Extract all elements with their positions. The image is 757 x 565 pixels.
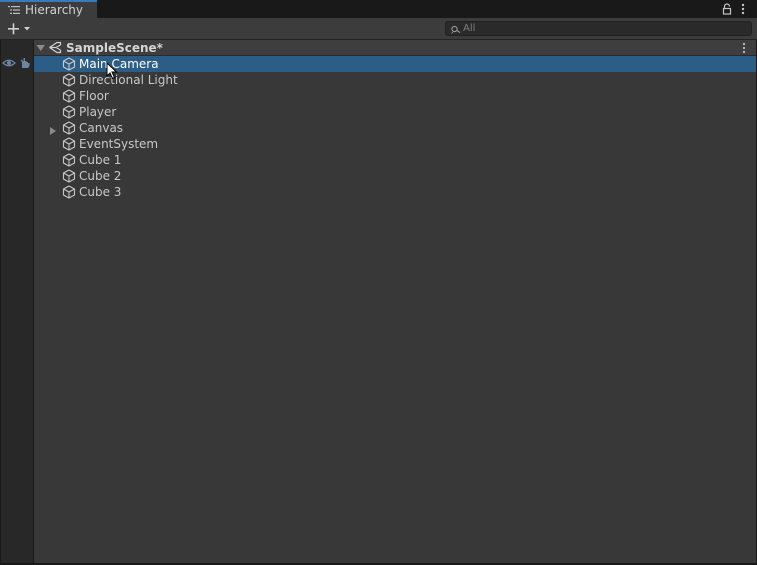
hierarchy-item-label: Cube 2 (79, 169, 122, 183)
gameobject-cube-icon (62, 89, 76, 103)
window-menu-icon[interactable] (739, 3, 747, 15)
hierarchy-item-label: Floor (79, 89, 109, 103)
hierarchy-item[interactable] (34, 88, 756, 104)
gameobject-cube-icon (62, 185, 76, 199)
visibility-gutter (1, 40, 33, 563)
visibility-eye-icon[interactable] (2, 57, 16, 69)
tab-title: Hierarchy (25, 3, 84, 17)
hierarchy-item[interactable] (34, 120, 756, 136)
gameobject-cube-icon (62, 73, 76, 87)
search-icon (451, 25, 461, 34)
gameobject-cube-icon (62, 153, 76, 167)
gameobject-cube-icon (62, 137, 76, 151)
expand-arrow-icon[interactable] (49, 124, 57, 135)
mouse-cursor-icon (106, 62, 118, 80)
hierarchy-item-label: Canvas (79, 121, 124, 135)
hierarchy-item-label: Cube 3 (79, 185, 122, 199)
hierarchy-item[interactable] (34, 104, 756, 120)
scene-menu-icon[interactable] (741, 42, 747, 54)
gameobject-cube-icon (62, 57, 76, 71)
expand-arrow-icon[interactable] (36, 43, 46, 53)
tab-hierarchy[interactable]: Hierarchy (0, 0, 97, 18)
hierarchy-list-icon (8, 6, 20, 14)
unity-scene-icon (49, 41, 62, 54)
hierarchy-item-label: Main Camera (79, 57, 159, 71)
tab-bar (0, 0, 757, 18)
gameobject-cube-icon (62, 105, 76, 119)
search-input[interactable] (463, 22, 743, 35)
create-dropdown-button[interactable] (6, 20, 34, 38)
hierarchy-item[interactable] (34, 152, 756, 168)
hierarchy-item-label: Player (79, 105, 117, 119)
gameobject-cube-icon (62, 121, 76, 135)
gameobject-cube-icon (62, 169, 76, 183)
hierarchy-item-label: Cube 1 (79, 153, 122, 167)
hierarchy-item-label: EventSystem (79, 137, 159, 151)
lock-icon[interactable] (721, 3, 733, 15)
hierarchy-item[interactable] (34, 168, 756, 184)
pickable-hand-icon[interactable] (18, 57, 31, 69)
hierarchy-item-label: Directional Light (79, 73, 178, 87)
scene-name: SampleScene* (66, 41, 163, 55)
search-field[interactable] (445, 21, 752, 36)
hierarchy-item[interactable] (34, 184, 756, 200)
